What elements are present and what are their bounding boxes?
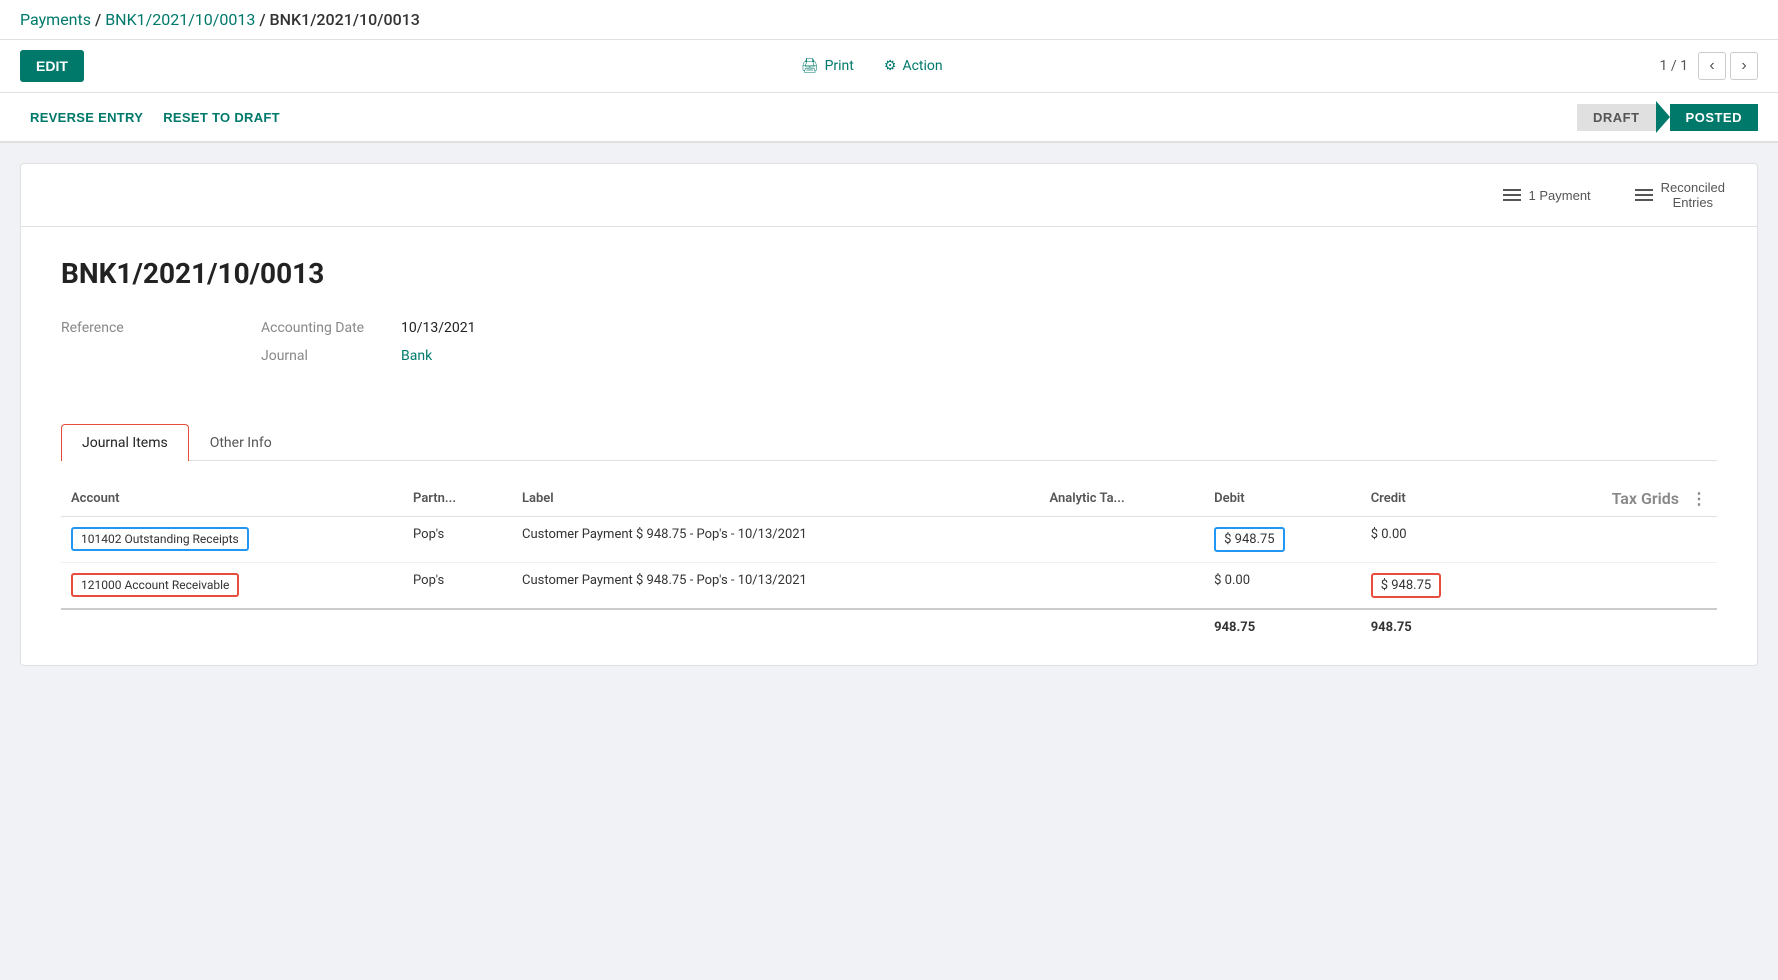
table-row: 121000 Account Receivable Pop's Customer… xyxy=(61,563,1717,610)
col-credit: Credit xyxy=(1361,481,1518,517)
reconciled-label: Reconciled xyxy=(1661,180,1725,195)
action-link[interactable]: ⚙ Action xyxy=(884,58,943,74)
status-bar-right: DRAFT POSTED xyxy=(1577,101,1758,133)
left-fields: Reference xyxy=(61,320,201,364)
edit-button[interactable]: EDIT xyxy=(20,50,84,82)
status-bar: REVERSE ENTRY RESET TO DRAFT DRAFT POSTE… xyxy=(0,93,1778,143)
row2-debit: $ 0.00 xyxy=(1204,563,1361,610)
tab-journal-items[interactable]: Journal Items xyxy=(61,424,189,461)
row2-analytic xyxy=(1039,563,1204,610)
row2-credit: $ 948.75 xyxy=(1361,563,1518,610)
table-header-row: Account Partn... Label Analytic Ta... De… xyxy=(61,481,1717,517)
reconciled-smart-button[interactable]: Reconciled Entries xyxy=(1623,174,1737,216)
action-label: Action xyxy=(902,58,942,74)
breadcrumb-payments[interactable]: Payments xyxy=(20,10,91,29)
table-section: Account Partn... Label Analytic Ta... De… xyxy=(21,461,1757,665)
toolbar-right: 1 / 1 ‹ › xyxy=(1660,52,1758,80)
reference-row: Reference xyxy=(61,320,201,336)
next-button[interactable]: › xyxy=(1730,52,1758,80)
row1-taxgrids xyxy=(1517,517,1717,563)
breadcrumb-journal[interactable]: BNK1/2021/10/0013 xyxy=(105,10,255,29)
smart-buttons: 1 Payment Reconciled Entries xyxy=(21,164,1757,227)
breadcrumb: Payments / BNK1/2021/10/0013 / BNK1/2021… xyxy=(0,0,1778,40)
journal-row: Journal Bank xyxy=(261,348,476,364)
totals-row: 948.75 948.75 xyxy=(61,609,1717,645)
reference-label: Reference xyxy=(61,320,191,336)
action-toolbar: EDIT 🖨 Print ⚙ Action 1 / 1 ‹ › xyxy=(0,40,1778,93)
row1-label: Customer Payment $ 948.75 - Pop's - 10/1… xyxy=(512,517,1039,563)
reverse-entry-button[interactable]: REVERSE ENTRY xyxy=(20,104,153,131)
form-section: BNK1/2021/10/0013 Reference Accounting D… xyxy=(21,227,1757,424)
print-label: Print xyxy=(825,58,854,74)
reconciled-icon xyxy=(1635,189,1653,201)
print-icon: 🖨 xyxy=(801,58,819,74)
row2-taxgrids xyxy=(1517,563,1717,610)
row1-analytic xyxy=(1039,517,1204,563)
kebab-icon[interactable]: ⋮ xyxy=(1691,489,1707,508)
status-posted-pill[interactable]: POSTED xyxy=(1670,104,1758,131)
total-debit: 948.75 xyxy=(1204,609,1361,645)
col-tax-grids: Tax Grids ⋮ xyxy=(1517,481,1717,517)
col-debit: Debit xyxy=(1204,481,1361,517)
tab-other-info[interactable]: Other Info xyxy=(189,424,293,461)
gear-icon: ⚙ xyxy=(884,58,897,74)
row2-partner: Pop's xyxy=(403,563,512,610)
journal-items-table: Account Partn... Label Analytic Ta... De… xyxy=(61,481,1717,645)
main-card: 1 Payment Reconciled Entries BNK1/2021/1… xyxy=(20,163,1758,666)
right-fields: Accounting Date 10/13/2021 Journal Bank xyxy=(261,320,476,364)
main-content: 1 Payment Reconciled Entries BNK1/2021/1… xyxy=(0,143,1778,686)
reconciled-label2: Entries xyxy=(1661,195,1725,210)
toolbar-center: 🖨 Print ⚙ Action xyxy=(84,58,1660,74)
status-draft-pill[interactable]: DRAFT xyxy=(1577,104,1656,131)
accounting-date-label: Accounting Date xyxy=(261,320,391,336)
col-label: Label xyxy=(512,481,1039,517)
row1-credit: $ 0.00 xyxy=(1361,517,1518,563)
row1-debit: $ 948.75 xyxy=(1204,517,1361,563)
record-title: BNK1/2021/10/0013 xyxy=(61,257,1717,290)
status-arrow xyxy=(1656,101,1670,133)
payment-smart-button[interactable]: 1 Payment xyxy=(1491,174,1603,216)
total-credit: 948.75 xyxy=(1361,609,1518,645)
accounting-date-row: Accounting Date 10/13/2021 xyxy=(261,320,476,336)
row2-label: Customer Payment $ 948.75 - Pop's - 10/1… xyxy=(512,563,1039,610)
table-row: 101402 Outstanding Receipts Pop's Custom… xyxy=(61,517,1717,563)
row1-account: 101402 Outstanding Receipts xyxy=(61,517,403,563)
print-link[interactable]: 🖨 Print xyxy=(801,58,854,74)
col-partner: Partn... xyxy=(403,481,512,517)
col-account: Account xyxy=(61,481,403,517)
row2-account: 121000 Account Receivable xyxy=(61,563,403,610)
reset-to-draft-button[interactable]: RESET TO DRAFT xyxy=(153,104,290,131)
payment-smart-label: 1 Payment xyxy=(1529,188,1591,203)
nav-arrows: ‹ › xyxy=(1698,52,1758,80)
tabs-row: Journal Items Other Info xyxy=(61,424,1717,461)
journal-label: Journal xyxy=(261,348,391,364)
form-fields: Reference Accounting Date 10/13/2021 Jou… xyxy=(61,320,1717,364)
prev-button[interactable]: ‹ xyxy=(1698,52,1726,80)
row1-partner: Pop's xyxy=(403,517,512,563)
accounting-date-value: 10/13/2021 xyxy=(401,320,476,336)
col-analytic: Analytic Ta... xyxy=(1039,481,1204,517)
breadcrumb-current: BNK1/2021/10/0013 xyxy=(270,10,420,29)
lines-icon xyxy=(1503,189,1521,201)
journal-value[interactable]: Bank xyxy=(401,348,432,364)
pagination: 1 / 1 xyxy=(1660,58,1688,74)
